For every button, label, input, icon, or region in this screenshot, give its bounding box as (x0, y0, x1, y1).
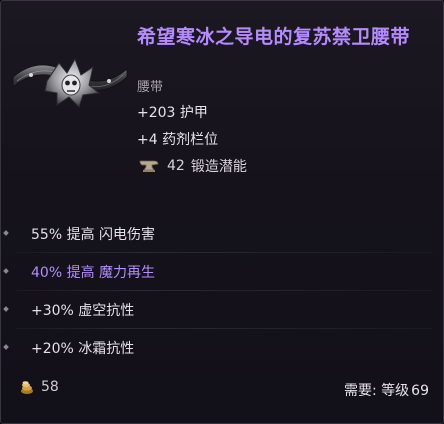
affix-lightning-damage: 55% 提高 闪电伤害 (1, 215, 443, 253)
item-tooltip: 希望寒冰之导电的复苏禁卫腰带 腰带 +203 护甲 +4 药剂栏位 42 锻造潜… (0, 0, 444, 424)
affix-text: 40% 提高 魔力再生 (31, 265, 156, 281)
affix-bullet-icon (3, 230, 9, 236)
item-footer: 58 需要: 等级 69 (1, 371, 443, 411)
affix-text: +30% 虚空抗性 (31, 303, 135, 319)
affix-list: 55% 提高 闪电伤害 40% 提高 魔力再生 +30% 虚空抗性 +20% 冰… (1, 215, 443, 367)
item-name: 希望寒冰之导电的复苏禁卫腰带 (137, 26, 411, 48)
affix-text: +20% 冰霜抗性 (31, 341, 135, 357)
gold-icon (21, 381, 33, 394)
level-requirement: 需要: 等级 69 (344, 380, 429, 400)
sell-value: 58 (19, 379, 59, 395)
belt-item-image (12, 57, 128, 108)
forging-potential: 42 锻造潜能 (137, 156, 247, 176)
requirement-value: 69 (411, 383, 429, 399)
affix-void-resistance: +30% 虚空抗性 (1, 291, 443, 329)
item-type: 腰带 (137, 80, 164, 95)
affix-cold-resistance: +20% 冰霜抗性 (1, 329, 443, 367)
affix-bullet-icon (3, 268, 9, 274)
affix-text: 55% 提高 闪电伤害 (31, 227, 156, 243)
affix-bullet-icon (3, 344, 9, 350)
affix-bullet-icon (3, 306, 9, 312)
affix-mana-regen: 40% 提高 魔力再生 (1, 253, 443, 291)
anvil-icon (139, 160, 159, 172)
item-header: 希望寒冰之导电的复苏禁卫腰带 腰带 +203 护甲 +4 药剂栏位 42 锻造潜… (1, 1, 443, 201)
gold-value: 58 (41, 379, 59, 395)
forging-potential-label: 锻造潜能 (190, 159, 247, 175)
implicit-potion-slots: +4 药剂栏位 (137, 132, 219, 148)
forging-potential-value: 42 (167, 158, 185, 174)
requirement-label: 需要: 等级 (344, 383, 410, 399)
implicit-armor: +203 护甲 (137, 105, 208, 121)
